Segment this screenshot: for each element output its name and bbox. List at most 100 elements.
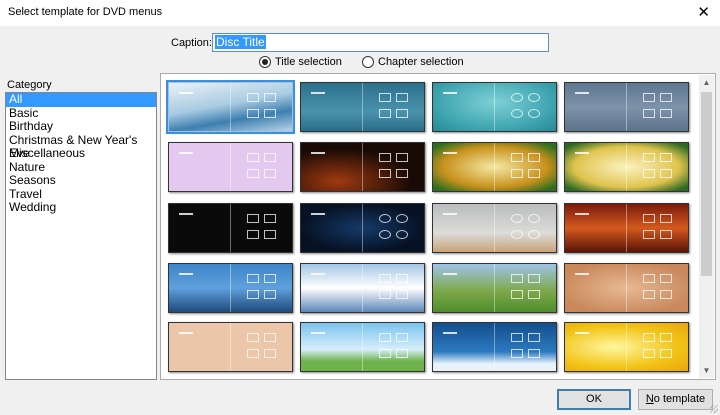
chapter-slot [396,153,408,162]
page-divider [494,143,495,191]
page-divider [626,143,627,191]
template-thumbnail[interactable] [564,203,689,253]
category-item[interactable]: Seasons [6,173,156,188]
chapter-slot [660,214,672,223]
page-divider [230,323,231,371]
scroll-down-icon[interactable]: ▼ [699,363,714,378]
category-item[interactable]: Travel [6,187,156,202]
category-item[interactable]: Nature [6,160,156,175]
template-thumbnail[interactable] [166,80,295,134]
template-thumbnail[interactable] [168,263,293,313]
title-placeholder [575,213,589,215]
chapter-slot [379,214,391,223]
chapter-slot [264,109,276,118]
chapter-slot [247,274,259,283]
template-thumbnail[interactable] [300,263,425,313]
chapter-slot [528,169,540,178]
ok-button[interactable]: OK [557,389,631,410]
page-divider [362,264,363,312]
page-divider [362,143,363,191]
chapter-slot [511,109,523,118]
chapter-slot [660,169,672,178]
template-thumbnail[interactable] [432,322,557,372]
category-item[interactable]: Birthday [6,119,156,134]
chapter-slot [660,333,672,342]
chapter-slot [396,169,408,178]
no-template-button[interactable]: No template [638,389,713,410]
chapter-slot [528,93,540,102]
category-item[interactable]: All [6,92,156,107]
template-thumbnail[interactable] [300,322,425,372]
title-placeholder [575,152,589,154]
caption-input[interactable]: Disc Title [212,33,549,52]
page-divider [230,204,231,252]
vertical-scrollbar[interactable]: ▲ ▼ [699,75,714,378]
template-thumbnail[interactable] [432,142,557,192]
template-thumbnail[interactable] [432,203,557,253]
chapter-selection-radio[interactable]: Chapter selection [362,56,464,68]
template-thumbnail[interactable] [168,322,293,372]
chapter-slot [511,349,523,358]
chapter-slot [511,153,523,162]
template-thumbnail[interactable] [564,263,689,313]
chapter-slot [511,274,523,283]
template-grid[interactable]: ▲ ▼ [160,73,716,380]
title-placeholder [179,332,193,334]
chapter-slot [528,274,540,283]
page-divider [626,264,627,312]
radio-label: Chapter selection [378,56,464,68]
chapter-slot [396,214,408,223]
chapter-slot [264,214,276,223]
template-thumbnail[interactable] [564,142,689,192]
category-list[interactable]: All Basic Birthday Christmas & New Year's E… [5,92,157,380]
resize-grip-icon[interactable] [710,405,718,413]
template-thumbnail[interactable] [168,142,293,192]
category-item[interactable]: Basic [6,106,156,121]
title-placeholder [443,152,457,154]
page-divider [494,323,495,371]
template-thumbnail[interactable] [300,142,425,192]
title-placeholder [443,92,457,94]
title-placeholder [575,92,589,94]
category-item[interactable]: Wedding [6,200,156,215]
chapter-slot [511,290,523,299]
chapter-slot [379,274,391,283]
chapter-slot [396,349,408,358]
template-thumbnail[interactable] [168,203,293,253]
chapter-slot [396,274,408,283]
radio-label: Title selection [275,56,342,68]
title-selection-radio[interactable]: Title selection [259,56,342,68]
scroll-up-icon[interactable]: ▲ [699,75,714,90]
category-item[interactable]: Miscellaneous [6,146,156,161]
page-divider [494,83,495,131]
chapter-slot [660,230,672,239]
page-divider [230,83,231,131]
template-thumbnail[interactable] [564,322,689,372]
title-placeholder [311,332,325,334]
template-thumbnail[interactable] [300,203,425,253]
no-template-mnemonic: N [645,393,654,405]
chapter-slot [396,93,408,102]
title-bar: Select template for DVD menus ✕ [0,0,720,26]
chapter-slot [264,93,276,102]
template-thumbnail[interactable] [432,82,557,132]
page-divider [626,323,627,371]
chapter-slot [528,109,540,118]
close-icon[interactable]: ✕ [697,3,710,21]
chapter-slot [528,214,540,223]
title-placeholder [443,213,457,215]
title-placeholder [311,152,325,154]
template-thumbnail[interactable] [564,82,689,132]
chapter-slot [396,109,408,118]
title-placeholder [443,273,457,275]
page-divider [362,83,363,131]
template-thumbnail[interactable] [300,82,425,132]
chapter-slot [264,230,276,239]
chapter-slot [528,153,540,162]
template-thumbnail[interactable] [432,263,557,313]
chapter-slot [660,109,672,118]
chapter-slot [247,333,259,342]
category-item[interactable]: Christmas & New Year's Eve [6,133,156,160]
scrollbar-thumb[interactable] [701,92,712,276]
chapter-slot [660,153,672,162]
